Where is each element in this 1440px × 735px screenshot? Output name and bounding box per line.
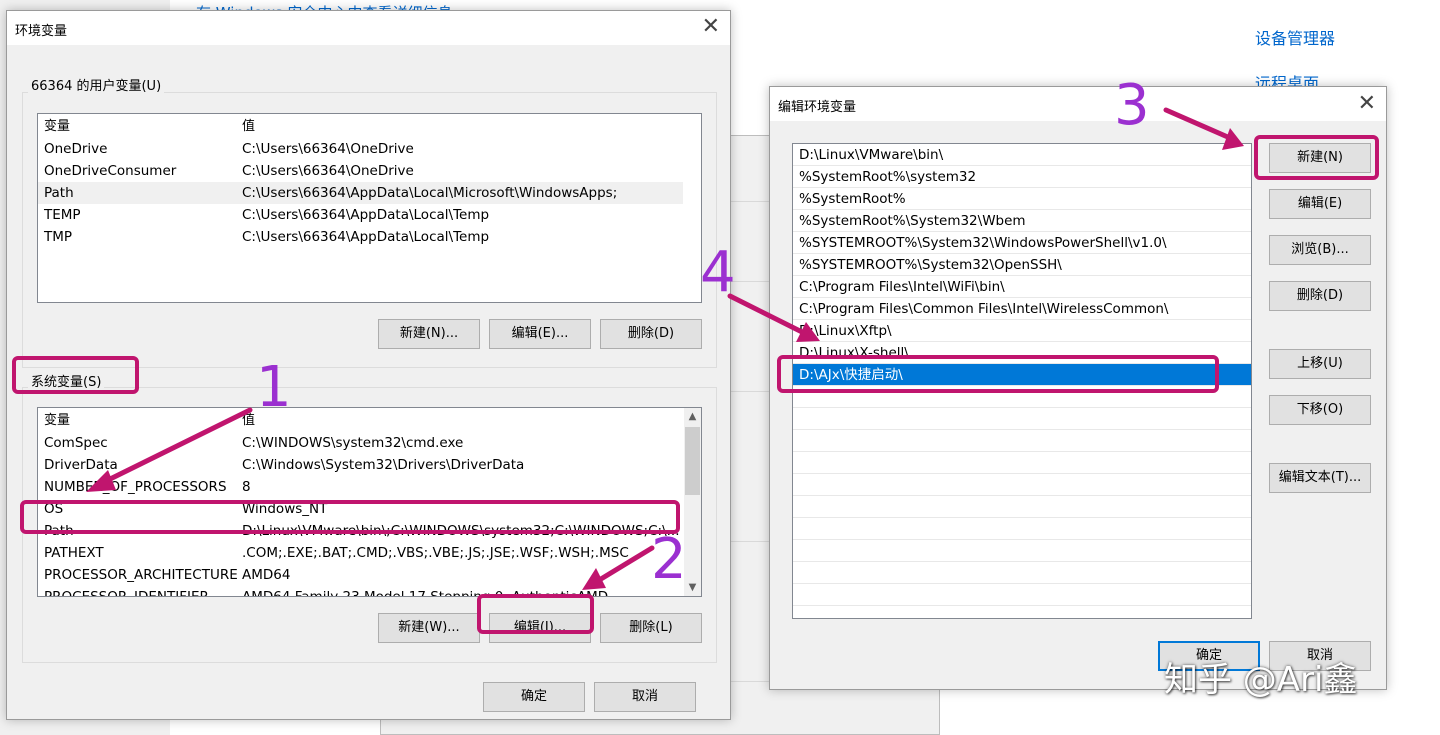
user-new-button[interactable]: 新建(N)... — [378, 319, 480, 349]
empty-row — [793, 430, 1251, 452]
watermark: 知乎 @Ari鑫 — [1164, 660, 1358, 700]
list-header: 变量 值 — [38, 116, 683, 138]
path-delete-button[interactable]: 删除(D) — [1269, 281, 1371, 311]
title-bar: 编辑环境变量 ✕ — [770, 87, 1386, 121]
table-row[interactable]: PROCESSOR_ARCHITECTURE AMD64 — [38, 564, 683, 586]
path-browse-button[interactable]: 浏览(B)... — [1269, 235, 1371, 265]
var-name: OneDrive — [44, 141, 108, 157]
empty-row — [793, 562, 1251, 584]
var-name: ComSpec — [44, 435, 108, 451]
highlight-system-variables-label — [12, 356, 139, 394]
system-delete-button[interactable]: 删除(L) — [600, 613, 702, 643]
close-icon[interactable]: ✕ — [702, 16, 720, 38]
list-item[interactable]: D:\Linux\Xftp\ — [793, 320, 1251, 342]
move-down-button[interactable]: 下移(O) — [1269, 395, 1371, 425]
var-name: PATHEXT — [44, 545, 104, 561]
var-value: AMD64 — [242, 567, 291, 583]
var-value: C:\Users\66364\AppData\Local\Temp — [242, 207, 490, 223]
system-new-button[interactable]: 新建(W)... — [378, 613, 480, 643]
empty-row — [793, 584, 1251, 606]
table-row[interactable]: TEMP C:\Users\66364\AppData\Local\Temp — [38, 204, 683, 226]
dialog-client-area: D:\Linux\VMware\bin\ %SystemRoot%\system… — [770, 121, 1386, 689]
empty-row — [793, 452, 1251, 474]
list-item[interactable]: D:\Linux\VMware\bin\ — [793, 144, 1251, 166]
step-number-3: 3 — [1114, 73, 1150, 138]
var-name: DriverData — [44, 457, 118, 473]
table-row[interactable]: TMP C:\Users\66364\AppData\Local\Temp — [38, 226, 683, 248]
var-value: C:\Users\66364\AppData\Local\Microsoft\W… — [242, 185, 618, 201]
table-row-selected[interactable]: Path C:\Users\66364\AppData\Local\Micros… — [38, 182, 683, 204]
title-bar: 环境变量 ✕ — [7, 11, 730, 45]
highlight-new-path-entry — [777, 355, 1219, 393]
table-row[interactable]: NUMBER_OF_PROCESSORS 8 — [38, 476, 683, 498]
device-manager-link[interactable]: 设备管理器 — [1255, 25, 1335, 49]
list-item[interactable]: %SystemRoot% — [793, 188, 1251, 210]
step-number-4: 4 — [700, 240, 736, 305]
table-row[interactable]: ComSpec C:\WINDOWS\system32\cmd.exe — [38, 432, 683, 454]
step-number-1: 1 — [256, 355, 292, 420]
var-value: C:\Users\66364\OneDrive — [242, 163, 414, 179]
column-variable[interactable]: 变量 — [44, 410, 70, 432]
list-item[interactable]: C:\Program Files\Intel\WiFi\bin\ — [793, 276, 1251, 298]
highlight-path-row — [20, 500, 680, 534]
column-value[interactable]: 值 — [242, 116, 255, 138]
var-name: PROCESSOR_IDENTIFIER — [44, 589, 209, 597]
table-row[interactable]: PATHEXT .COM;.EXE;.BAT;.CMD;.VBS;.VBE;.J… — [38, 542, 683, 564]
user-variables-list[interactable]: 变量 值 OneDrive C:\Users\66364\OneDrive On… — [37, 113, 702, 303]
move-up-button[interactable]: 上移(U) — [1269, 349, 1371, 379]
column-value[interactable]: 值 — [242, 410, 255, 432]
path-edit-button[interactable]: 编辑(E) — [1269, 189, 1371, 219]
var-value: C:\Users\66364\OneDrive — [242, 141, 414, 157]
list-header: 变量 值 — [38, 410, 683, 432]
close-icon[interactable]: ✕ — [1358, 93, 1376, 115]
table-row[interactable]: OneDrive C:\Users\66364\OneDrive — [38, 138, 683, 160]
edit-text-button[interactable]: 编辑文本(T)... — [1269, 463, 1371, 493]
var-name: PROCESSOR_ARCHITECTURE — [44, 567, 238, 583]
highlight-system-edit-button — [477, 594, 594, 634]
var-value: .COM;.EXE;.BAT;.CMD;.VBS;.VBE;.JS;.JSE;.… — [242, 545, 629, 561]
empty-row — [793, 540, 1251, 562]
highlight-path-new-button — [1254, 135, 1379, 180]
list-item[interactable]: %SystemRoot%\System32\Wbem — [793, 210, 1251, 232]
dialog-title: 编辑环境变量 — [778, 100, 857, 115]
user-variables-label: 66364 的用户变量(U) — [28, 75, 165, 94]
ok-button[interactable]: 确定 — [483, 682, 585, 712]
column-variable[interactable]: 变量 — [44, 116, 70, 138]
cancel-button[interactable]: 取消 — [594, 682, 696, 712]
step-number-2: 2 — [651, 527, 687, 592]
empty-row — [793, 518, 1251, 540]
list-item[interactable]: %SYSTEMROOT%\System32\OpenSSH\ — [793, 254, 1251, 276]
user-delete-button[interactable]: 删除(D) — [600, 319, 702, 349]
dialog-title: 环境变量 — [15, 24, 68, 39]
var-name: Path — [44, 185, 74, 201]
empty-row — [793, 408, 1251, 430]
scroll-thumb[interactable] — [685, 427, 700, 495]
var-name: TEMP — [44, 207, 81, 223]
list-item[interactable]: %SystemRoot%\system32 — [793, 166, 1251, 188]
empty-row — [793, 474, 1251, 496]
list-item[interactable]: C:\Program Files\Common Files\Intel\Wire… — [793, 298, 1251, 320]
scroll-up-icon[interactable]: ▲ — [684, 408, 701, 425]
var-value: 8 — [242, 479, 251, 495]
list-item[interactable]: %SYSTEMROOT%\System32\WindowsPowerShell\… — [793, 232, 1251, 254]
user-edit-button[interactable]: 编辑(E)... — [489, 319, 591, 349]
empty-row — [793, 496, 1251, 518]
var-value: C:\WINDOWS\system32\cmd.exe — [242, 435, 464, 451]
var-name: NUMBER_OF_PROCESSORS — [44, 479, 227, 495]
var-name: OneDriveConsumer — [44, 163, 177, 179]
table-row[interactable]: DriverData C:\Windows\System32\Drivers\D… — [38, 454, 683, 476]
table-row[interactable]: OneDriveConsumer C:\Users\66364\OneDrive — [38, 160, 683, 182]
var-value: C:\Users\66364\AppData\Local\Temp — [242, 229, 490, 245]
var-value: C:\Windows\System32\Drivers\DriverData — [242, 457, 525, 473]
var-name: TMP — [44, 229, 73, 245]
